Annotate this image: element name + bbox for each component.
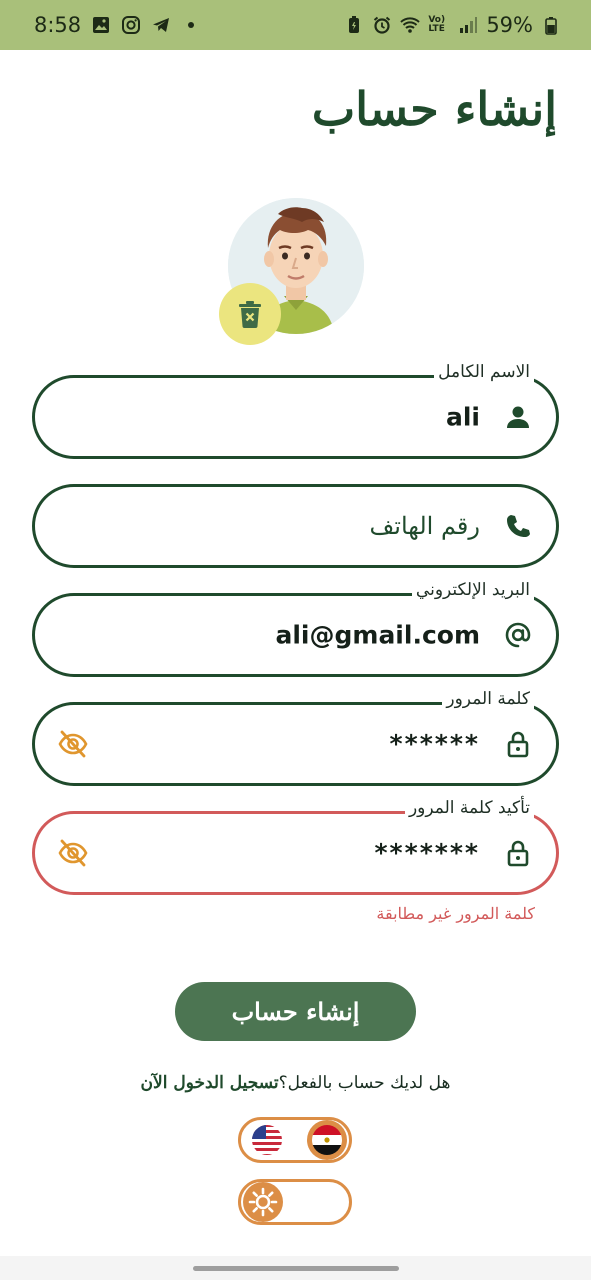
password-field[interactable]: كلمة المرور ******	[32, 688, 559, 786]
network-type: Vo) LTE	[428, 15, 446, 34]
gallery-icon	[91, 15, 111, 35]
wifi-icon	[400, 15, 421, 35]
battery-percent: 59%	[486, 13, 533, 37]
status-time: 8:58	[34, 13, 82, 37]
lock-icon	[502, 728, 534, 760]
login-prompt: هل لديك حساب بالفعل؟تسجيل الدخول الآن	[0, 1073, 591, 1093]
us-flag-icon[interactable]	[249, 1122, 285, 1158]
signal-icon	[458, 15, 478, 35]
login-question: هل لديك حساب بالفعل؟	[278, 1073, 451, 1093]
status-bar: 8:58 Vo) LTE 59%	[0, 0, 591, 50]
theme-toggle[interactable]	[238, 1179, 352, 1225]
telegram-icon	[151, 15, 171, 35]
phone-field[interactable]: رقم الهاتف	[32, 484, 559, 568]
full-name-input[interactable]: ali	[446, 403, 480, 432]
home-indicator	[0, 1256, 591, 1280]
home-bar[interactable]	[193, 1266, 399, 1271]
moon-icon[interactable]	[305, 1184, 341, 1220]
instagram-icon	[121, 15, 141, 35]
battery-saver-icon	[344, 15, 364, 35]
lock-icon	[502, 837, 534, 869]
confirm-password-label: تأكيد كلمة المرور	[404, 797, 534, 819]
trash-icon	[239, 301, 261, 328]
status-left: 8:58	[34, 13, 201, 37]
confirm-password-field[interactable]: تأكيد كلمة المرور *******	[32, 797, 559, 895]
eye-off-icon	[58, 839, 88, 867]
delete-photo-button[interactable]	[219, 283, 281, 345]
sun-icon[interactable]	[243, 1182, 283, 1222]
status-right: Vo) LTE 59%	[344, 13, 561, 37]
alarm-icon	[372, 15, 392, 35]
password-visibility-toggle[interactable]	[55, 726, 91, 762]
at-sign-icon	[502, 619, 534, 651]
eye-off-icon	[58, 730, 88, 758]
egypt-flag-icon[interactable]	[307, 1120, 347, 1160]
full-name-label: الاسم الكامل	[434, 361, 534, 383]
password-input[interactable]: ******	[390, 730, 480, 759]
full-name-field[interactable]: الاسم الكامل ali	[32, 361, 559, 459]
login-link[interactable]: تسجيل الدخول الآن	[141, 1073, 279, 1093]
page-title: إنشاء حساب	[311, 82, 557, 136]
confirm-password-input[interactable]: *******	[374, 839, 480, 868]
phone-input[interactable]: رقم الهاتف	[369, 512, 480, 540]
confirm-password-visibility-toggle[interactable]	[55, 835, 91, 871]
notification-dot-icon	[181, 15, 201, 35]
language-toggle[interactable]	[238, 1117, 352, 1163]
email-input[interactable]: ali@gmail.com	[275, 621, 480, 650]
person-icon	[502, 401, 534, 433]
phone-icon	[502, 510, 534, 542]
email-label: البريد الإلكتروني	[411, 579, 534, 601]
create-account-button[interactable]: إنشاء حساب	[175, 982, 416, 1041]
password-label: كلمة المرور	[442, 688, 534, 710]
password-mismatch-error: كلمة المرور غير مطابقة	[376, 904, 535, 923]
email-field[interactable]: البريد الإلكتروني ali@gmail.com	[32, 579, 559, 677]
battery-icon	[541, 15, 561, 35]
